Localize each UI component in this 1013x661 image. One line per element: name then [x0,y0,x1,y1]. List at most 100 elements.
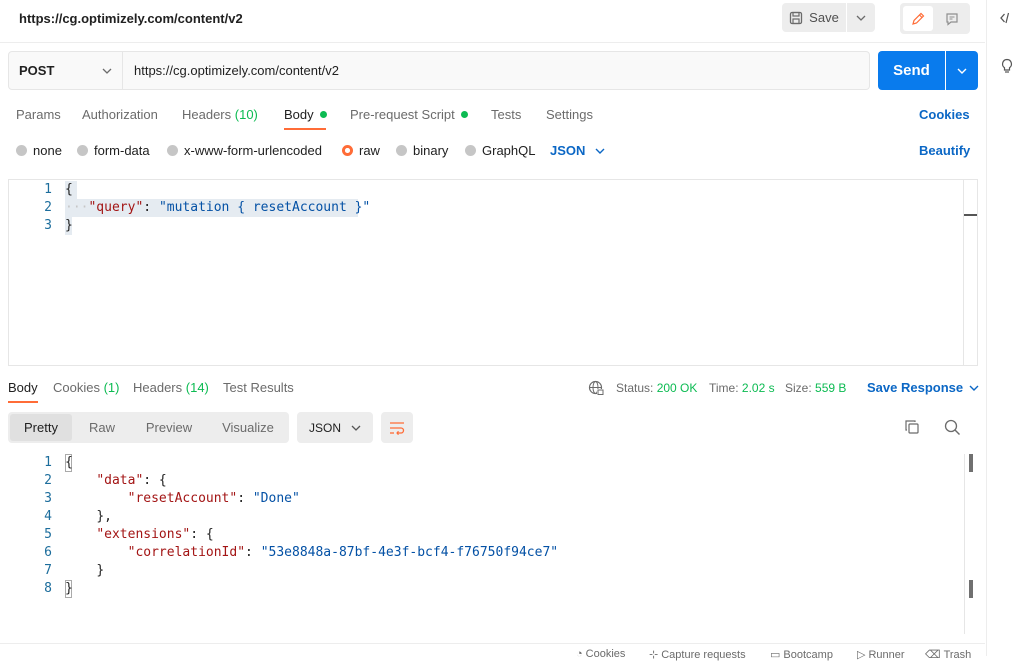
tab-settings[interactable]: Settings [546,107,593,122]
code-line: 1{ [8,181,73,199]
save-label: Save [809,10,839,25]
response-time[interactable]: Time: 2.02 s [709,381,775,395]
footer-runner[interactable]: ▷ Runner [857,648,905,661]
editor-scrollbar-track[interactable] [964,454,965,634]
save-response-button[interactable]: Save Response [867,380,979,395]
tab-params[interactable]: Params [16,107,61,122]
size-label: Size: [785,381,812,395]
view-preview-button[interactable]: Preview [138,412,200,443]
footer-cookies[interactable]: ◔ Cookies [576,648,625,660]
json-key: "query" [88,200,144,215]
status-dot [460,111,468,118]
view-pretty-button[interactable]: Pretty [10,414,72,441]
tab-count: (14) [185,380,209,395]
response-tab-headers[interactable]: Headers (14) [133,380,209,395]
code-icon[interactable] [1000,11,1013,25]
line-number: 7 [44,563,52,578]
radio-button [16,145,27,156]
whitespace-marker: ··· [65,200,89,215]
active-tab-indicator [284,128,326,130]
option-label: GraphQL [482,143,536,158]
tab-prerequest-label: Pre-request Script [350,107,455,122]
line-number: 1 [44,455,52,470]
json-colon: : [143,200,159,215]
code-text: { [65,455,73,470]
wrap-lines-button[interactable] [381,412,413,443]
json-punct: : { [143,473,167,488]
active-tab-indicator [8,401,38,403]
tab-label: Cookies [53,380,100,395]
code-text: } [65,581,73,596]
body-option-urlencoded[interactable]: x-www-form-urlencoded [167,143,322,158]
footer-bootcamp[interactable]: ▭ Bootcamp [770,648,833,661]
size-value: 559 B [815,381,847,395]
send-dropdown-button[interactable] [946,51,978,90]
time-value: 2.02 s [741,381,775,395]
globe-icon[interactable] [588,380,604,396]
body-option-form-data[interactable]: form-data [77,143,150,158]
request-title[interactable]: https://cg.optimizely.com/content/v2 [19,11,243,26]
response-tab-cookies[interactable]: Cookies (1) [53,380,119,395]
response-language-select[interactable]: JSON [297,412,373,443]
code-text: } [65,218,73,233]
beautify-link[interactable]: Beautify [919,143,970,158]
save-response-label: Save Response [867,380,964,395]
copy-icon[interactable] [904,419,920,435]
method-value: POST [19,63,55,78]
body-option-graphql[interactable]: GraphQL [465,143,535,158]
code-text: "resetAccount": "Done" [65,490,300,508]
json-punct: } [96,563,105,578]
footer-label: Bootcamp [783,648,833,661]
chevron-down-icon [957,68,967,74]
json-value: "mutation { resetAccount }" [158,200,371,215]
body-option-raw[interactable]: raw [342,143,380,158]
option-label: none [33,143,62,158]
json-value: "53e8848a-87bf-4e3f-bcf4-f76750f94ce7" [260,545,559,560]
response-status[interactable]: Status: 200 OK [616,381,697,395]
footer-capture-requests[interactable]: ⊹ Capture requests [649,648,746,661]
body-option-binary[interactable]: binary [396,143,448,158]
body-option-none[interactable]: none [16,143,62,158]
scrollbar-marker [969,454,973,472]
response-size[interactable]: Size: 559 B [785,381,846,395]
cookies-link[interactable]: Cookies [919,107,970,122]
view-visualize-button[interactable]: Visualize [212,412,284,443]
code-line: 5 "extensions": { [8,526,214,544]
code-line: 6 "correlationId": "53e8848a-87bf-4e3f-b… [8,544,558,562]
tab-headers[interactable]: Headers (10) [182,107,258,122]
editor-scrollbar[interactable] [963,180,978,365]
lightbulb-icon[interactable] [1000,58,1013,74]
tab-prerequest-script[interactable]: Pre-request Script [350,107,468,122]
tab-tests[interactable]: Tests [491,107,521,122]
response-tab-body[interactable]: Body [8,380,38,395]
tab-label: Headers [133,380,183,395]
code-line: 1{ [8,454,73,472]
bootcamp-icon: ▭ [770,649,781,661]
json-key: "resetAccount" [127,491,238,506]
scrollbar-thumb[interactable] [964,214,977,216]
send-button[interactable]: Send [878,51,945,90]
capture-icon: ⊹ [649,649,659,661]
option-label: form-data [94,143,150,158]
method-select[interactable]: POST [8,51,123,90]
json-colon: : [245,545,261,560]
comments-mode-button[interactable] [937,6,967,31]
search-icon[interactable] [944,419,961,436]
footer-trash[interactable]: ⌫ Trash [925,648,971,661]
edit-mode-button[interactable] [903,6,933,31]
tab-body[interactable]: Body [284,107,327,122]
url-input[interactable]: https://cg.optimizely.com/content/v2 [123,51,870,90]
line-number: 3 [44,491,52,506]
response-tab-test-results[interactable]: Test Results [223,380,294,395]
json-key: "correlationId" [127,545,246,560]
code-line: 8} [8,580,73,598]
footer-label: Trash [943,648,972,661]
body-language-select[interactable]: JSON [550,143,605,158]
footer-label: Cookies [585,648,626,660]
save-dropdown-button[interactable] [847,3,875,32]
save-button[interactable]: Save [782,3,846,32]
tab-authorization[interactable]: Authorization [82,107,158,122]
code-text: "extensions": { [65,526,213,544]
view-raw-button[interactable]: Raw [78,412,126,443]
chevron-down-icon [351,425,361,431]
